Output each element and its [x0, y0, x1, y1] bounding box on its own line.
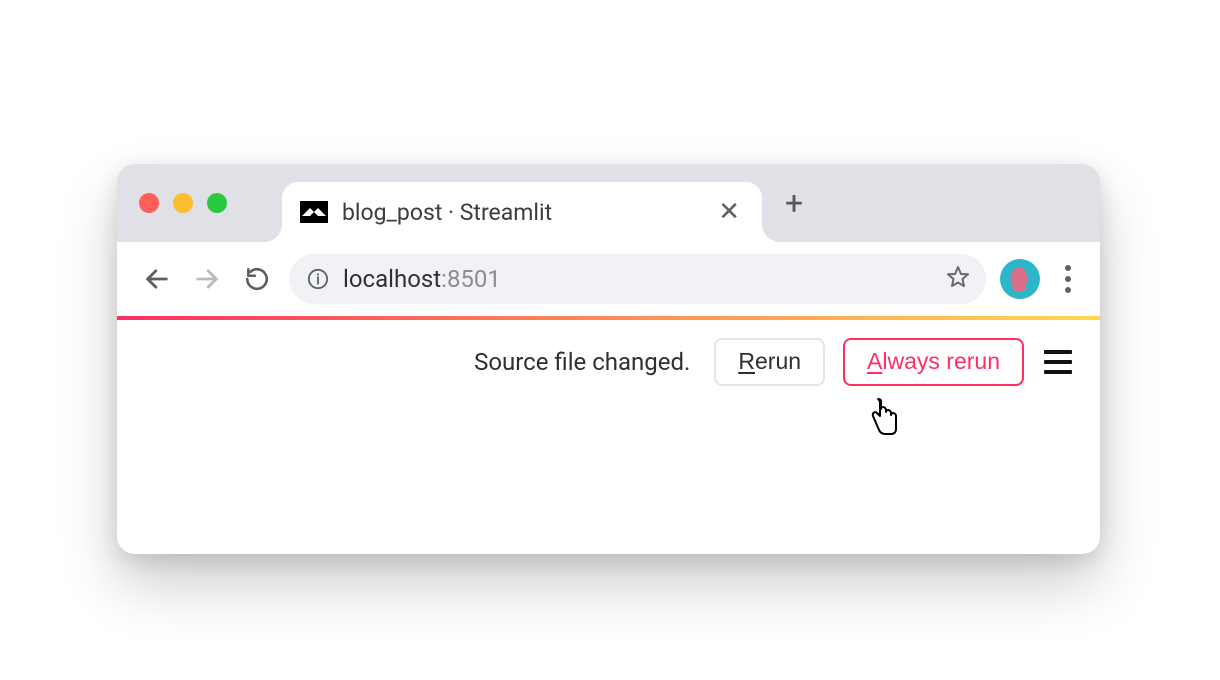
nav-back-button[interactable] — [139, 261, 175, 297]
window-close-button[interactable] — [139, 193, 159, 213]
bookmark-star-icon[interactable] — [946, 265, 970, 293]
address-host: localhost — [343, 265, 441, 293]
browser-toolbar: localhost:8501 — [117, 242, 1100, 316]
tab-strip: blog_post · Streamlit ✕ + — [117, 164, 1100, 242]
window-minimize-button[interactable] — [173, 193, 193, 213]
window-controls — [139, 193, 227, 213]
nav-forward-button[interactable] — [189, 261, 225, 297]
nav-reload-button[interactable] — [239, 261, 275, 297]
address-bar[interactable]: localhost:8501 — [289, 254, 986, 304]
streamlit-favicon — [300, 201, 328, 223]
browser-window: blog_post · Streamlit ✕ + localhost:8 — [117, 164, 1100, 554]
always-rerun-button[interactable]: Always rerun — [843, 338, 1024, 386]
browser-menu-button[interactable] — [1054, 265, 1082, 293]
tab-title: blog_post · Streamlit — [342, 199, 700, 226]
site-info-icon[interactable] — [307, 268, 329, 290]
tab-close-button[interactable]: ✕ — [714, 195, 744, 229]
app-menu-button[interactable] — [1042, 346, 1074, 378]
page-content: Source file changed. Rerun Always rerun — [117, 316, 1100, 554]
new-tab-button[interactable]: + — [785, 187, 803, 219]
source-changed-message: Source file changed. — [474, 348, 690, 376]
browser-tab[interactable]: blog_post · Streamlit ✕ — [282, 182, 762, 242]
rerun-ribbon: Source file changed. Rerun Always rerun — [117, 320, 1100, 386]
rerun-button[interactable]: Rerun — [714, 338, 825, 386]
address-text: localhost:8501 — [343, 265, 932, 293]
profile-avatar[interactable] — [1000, 259, 1040, 299]
window-zoom-button[interactable] — [207, 193, 227, 213]
address-port: :8501 — [441, 265, 501, 293]
